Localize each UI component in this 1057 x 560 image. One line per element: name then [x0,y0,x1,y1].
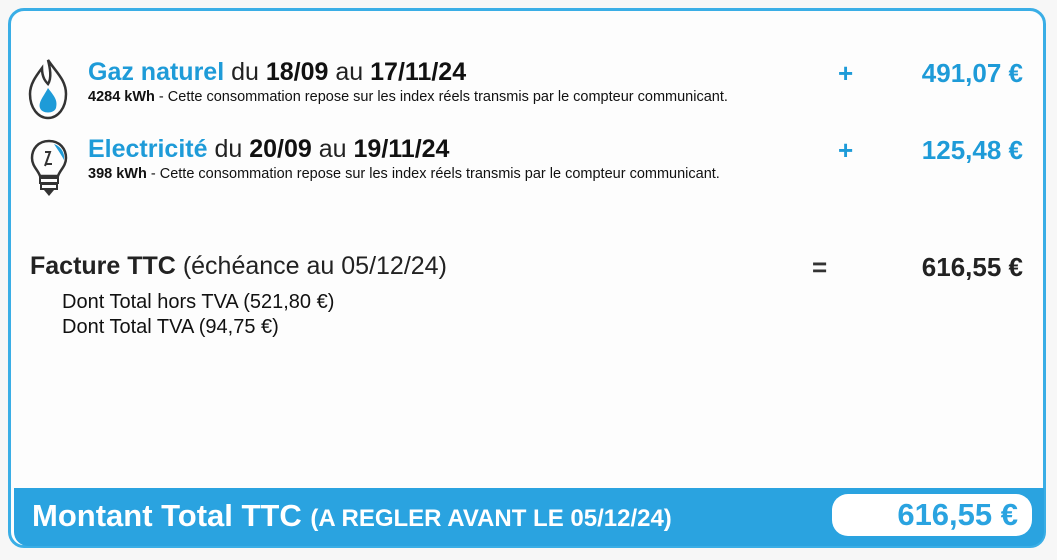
flame-icon [26,58,70,125]
total-banner: Montant Total TTC (A REGLER AVANT LE 05/… [14,488,1044,546]
gas-name: Gaz naturel [88,58,225,86]
electricity-name: Electricité [88,135,208,163]
electricity-du: du [214,135,243,163]
electricity-plus-sign: + [838,135,854,165]
electricity-amount: 125,48 € [921,135,1023,165]
gas-start-date: 18/09 [265,58,329,86]
total-amount: 616,55 € [897,497,1018,532]
facture-amount: 616,55 € [921,252,1023,282]
electricity-start-date: 20/09 [249,135,312,163]
gas-au: au [335,58,364,86]
electricity-description: 398 kWh - Cette consommation repose sur … [88,166,748,183]
electricity-desc-text: - Cette consommation repose sur les inde… [146,166,720,182]
gas-plus-sign: + [838,58,854,88]
electricity-end-date: 19/11/24 [353,135,450,163]
gas-du: du [231,58,259,86]
electricity-heading: Electricité du 20/09 au 19/11/24 [88,135,449,164]
electricity-au: au [318,135,347,163]
total-label: Montant Total TTC [32,498,302,533]
electricity-kwh: 398 kWh [88,166,147,182]
facture-label: Facture TTC [30,252,176,280]
gas-heading: Gaz naturel du 18/09 au 17/11/24 [88,58,466,87]
gas-description: 4284 kWh - Cette consommation repose sur… [88,89,748,106]
gas-amount: 491,07 € [921,58,1023,88]
total-amount-pill: 616,55 € [832,494,1032,536]
total-banner-label: Montant Total TTC (A REGLER AVANT LE 05/… [32,498,672,534]
facture-equals-sign: = [812,252,828,282]
lightbulb-icon [28,138,70,203]
payment-condition: (A REGLER AVANT LE 05/12/24) [310,505,672,532]
gas-end-date: 17/11/24 [370,58,467,86]
total-ht-line: Dont Total hors TVA (521,80 €) [62,291,335,313]
gas-kwh: 4284 kWh [88,89,155,105]
total-tva-line: Dont Total TVA (94,75 €) [62,316,279,338]
gas-desc-text: - Cette consommation repose sur les inde… [154,89,728,105]
facture-heading: Facture TTC (échéance au 05/12/24) [30,252,447,281]
facture-due: (échéance au 05/12/24) [182,252,447,280]
